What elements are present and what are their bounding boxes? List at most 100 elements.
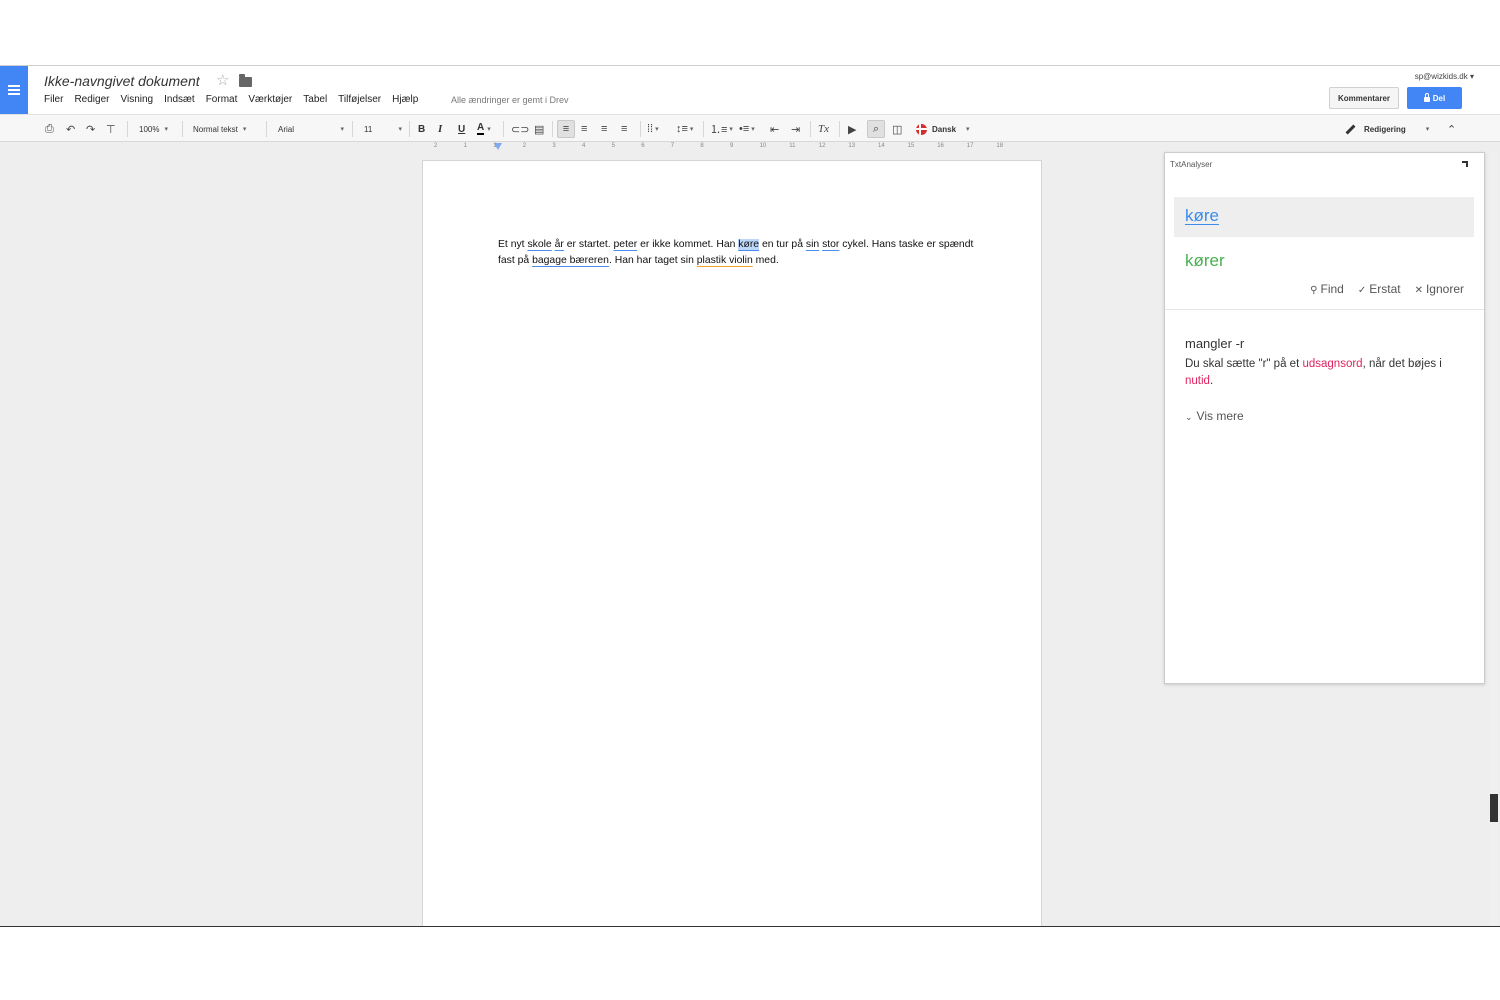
book-icon[interactable]: ◫ [892,120,902,138]
style-value: Normal tekst [193,124,238,134]
scrollbar-thumb[interactable] [1490,794,1498,822]
error-word-box: køre [1174,197,1474,237]
flagged-word[interactable]: år [555,239,564,250]
document-body[interactable]: Et nyt skole år er startet. peter er ikk… [498,237,978,269]
docs-logo-icon[interactable] [0,66,28,114]
mode-value: Redigering [1364,124,1406,134]
menu-tools[interactable]: Værktøjer [248,94,292,105]
suggestion-word[interactable]: kører [1185,251,1225,271]
caret-down-icon: ▾ [966,126,970,133]
bulleted-list-icon[interactable]: •≡ ▾ [739,120,755,138]
grammar-term-link[interactable]: nutid [1185,375,1210,387]
close-icon: ✕ [1414,285,1423,296]
lock-icon [1423,92,1430,102]
star-icon[interactable]: ☆ [216,71,229,89]
decrease-indent-icon[interactable]: ⇤ [770,120,779,138]
ruler-tick-label: 16 [937,143,944,149]
caret-down-icon: ▾ [487,126,491,133]
document-page[interactable]: Et nyt skole år er startet. peter er ikk… [422,160,1042,926]
find-button[interactable]: ⚲ Find [1310,282,1344,296]
clear-formatting-icon[interactable]: Tx [818,120,829,138]
save-status[interactable]: Alle ændringer er gemt i Drev [451,95,569,105]
flagged-word[interactable]: sin [806,239,819,250]
link-icon[interactable]: ⊂⊃ [511,120,529,138]
zoom-select[interactable]: 100% ▾ [139,120,168,138]
text-run: en tur på [759,239,806,250]
menu-addons[interactable]: Tilføjelser [338,94,381,105]
print-icon[interactable]: ⎙ [45,120,54,138]
ruler[interactable]: 2 1 1 2 3 4 5 6 7 8 9 10 11 12 13 14 15 16 17 18 [424,143,1042,152]
divider [1165,309,1484,310]
selected-flagged-word[interactable]: køre [738,239,760,250]
doc-title[interactable]: Ikke-navngivet dokument [44,73,200,89]
rule-text: , når det bøjes i [1362,358,1442,370]
collapse-toolbar-icon[interactable]: ⌃ [1447,120,1456,138]
align-right-button[interactable]: ≡ [601,120,607,138]
font-size-select[interactable]: 11 ▾ [364,120,402,138]
menu-format[interactable]: Format [206,94,238,105]
menu-table[interactable]: Tabel [303,94,327,105]
font-value: Arial [278,124,295,134]
user-email[interactable]: sp@wizkids.dk ▾ [1415,72,1474,81]
italic-button[interactable]: I [438,120,442,138]
columns-icon[interactable]: ⁞⁞ ▾ [647,120,659,138]
undo-icon[interactable]: ↶ [66,120,75,138]
menu-view[interactable]: Visning [120,94,153,105]
error-word[interactable]: køre [1185,206,1219,226]
flagged-word[interactable]: plastik violin [697,255,753,266]
style-select[interactable]: Normal tekst ▾ [193,120,246,138]
menu-help[interactable]: Hjælp [392,94,418,105]
menubar: Filer Rediger Visning Indsæt Format Værk… [44,94,429,105]
ignore-button[interactable]: ✕ Ignorer [1415,282,1464,296]
flagged-word[interactable]: bagage bæreren [532,255,609,266]
replace-label: Erstat [1369,282,1401,296]
ruler-tick-label: 10 [759,143,767,149]
ruler-tick-label: 5 [611,143,615,149]
share-label: Del [1432,93,1446,103]
caret-down-icon: ▾ [164,126,168,133]
text-color-button[interactable]: A ▾ [477,120,491,138]
menu-insert[interactable]: Indsæt [164,94,195,105]
ruler-tick-label: 17 [966,143,974,149]
menu-edit[interactable]: Rediger [74,94,109,105]
ignore-label: Ignorer [1425,282,1464,296]
share-button[interactable]: Del [1407,87,1462,109]
replace-button[interactable]: ✓ Erstat [1358,282,1401,296]
flagged-word[interactable]: stor [822,239,839,250]
align-center-button[interactable]: ≡ [581,120,587,138]
rule-title: mangler -r [1185,336,1245,351]
menu-file[interactable]: Filer [44,94,63,105]
ruler-tick-label: 1 [493,143,497,149]
app-window: Ikke-navngivet dokument ☆ Filer Rediger … [0,65,1500,927]
increase-indent-icon[interactable]: ⇥ [791,120,800,138]
flagged-word[interactable]: skole [527,239,551,250]
grammar-term-link[interactable]: udsagnsord [1302,358,1362,370]
font-select[interactable]: Arial ▾ [278,120,344,138]
show-more-button[interactable]: ⌄ Vis mere [1185,409,1244,423]
search-icon: ⚲ [1310,285,1318,296]
line-spacing-icon[interactable]: ↕≡ ▾ [676,120,693,138]
comments-button[interactable]: Kommentarer [1329,87,1399,109]
mode-select[interactable]: Redigering ▾ [1345,120,1429,138]
user-email-text: sp@wizkids.dk [1414,72,1468,81]
language-select[interactable]: Dansk ▾ [916,120,970,138]
align-justify-button[interactable]: ≡ [621,120,627,138]
ruler-tick-label: 2 [522,143,527,149]
ruler-tick-label: 4 [582,143,586,149]
chevron-down-icon: ⌄ [1185,412,1193,422]
flagged-word[interactable]: peter [614,239,638,250]
play-icon[interactable]: ▶ [848,120,856,138]
numbered-list-icon[interactable]: ⒈≡ ▾ [710,120,733,138]
redo-icon[interactable]: ↷ [86,120,95,138]
folder-icon[interactable] [239,74,252,87]
collapse-panel-icon[interactable] [1462,161,1468,167]
ruler-tick-label: 13 [848,143,856,149]
ruler-tick-label: 2 [434,143,438,149]
comment-icon[interactable]: ▤ [534,120,544,138]
underline-button[interactable]: U [458,120,465,138]
align-left-button[interactable]: ≡ [557,120,575,138]
paint-format-icon[interactable]: ⊤ [106,120,116,138]
ruler-tick-label: 14 [878,143,885,149]
spellcheck-search-icon[interactable]: ⌕ [867,120,885,138]
bold-button[interactable]: B [418,120,425,138]
